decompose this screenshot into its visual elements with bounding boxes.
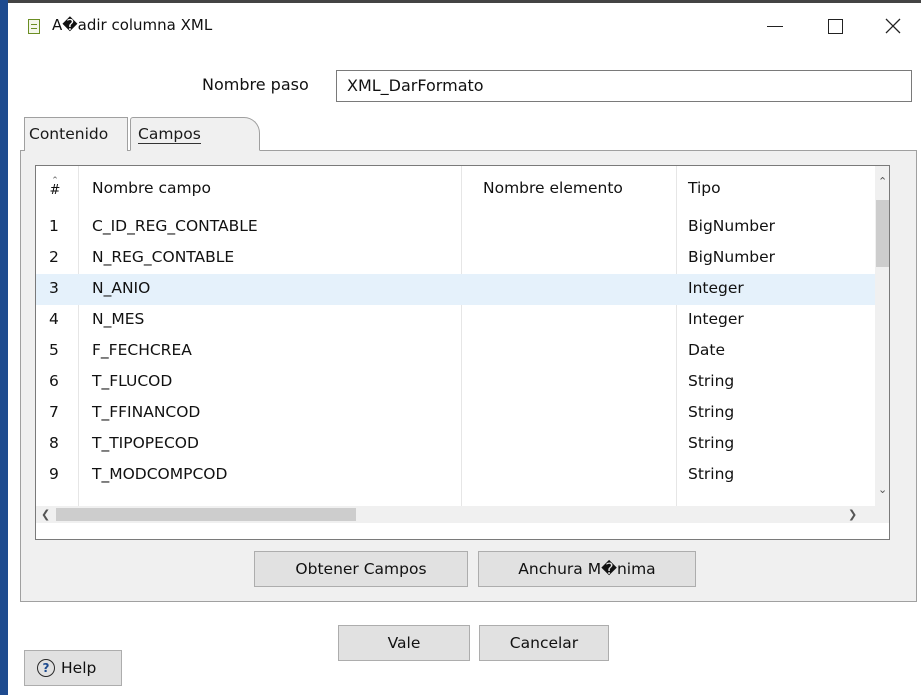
close-icon [885, 18, 901, 34]
tab-campos-label: Campos [138, 125, 201, 144]
column-header-element[interactable]: Nombre elemento [483, 179, 623, 197]
field-name-cell[interactable]: T_MODCOMPCOD [92, 465, 227, 483]
type-cell[interactable]: BigNumber [688, 248, 775, 266]
type-cell[interactable]: String [688, 372, 734, 390]
column-header-name[interactable]: Nombre campo [92, 179, 211, 197]
table-row[interactable]: 1 C_ID_REG_CONTABLE BigNumber [36, 212, 876, 243]
type-cell[interactable]: BigNumber [688, 217, 775, 235]
row-number: 2 [49, 248, 59, 266]
table-row[interactable]: 6 T_FLUCOD String [36, 367, 876, 398]
type-cell[interactable]: String [688, 465, 734, 483]
step-name-label: Nombre paso [202, 75, 309, 94]
get-fields-button[interactable]: Obtener Campos [254, 551, 468, 587]
cancel-button[interactable]: Cancelar [479, 625, 609, 661]
type-cell[interactable]: String [688, 434, 734, 452]
row-number: 1 [49, 217, 59, 235]
table-row[interactable]: 2 N_REG_CONTABLE BigNumber [36, 243, 876, 274]
row-number: 3 [49, 279, 59, 297]
scroll-right-arrow-icon[interactable]: ❯ [848, 509, 857, 521]
row-number: 6 [49, 372, 59, 390]
min-width-button[interactable]: Anchura M�nima [478, 551, 696, 587]
help-label: Help [61, 659, 97, 677]
column-header-type[interactable]: Tipo [688, 179, 721, 197]
ok-button[interactable]: Vale [338, 625, 470, 661]
scroll-left-arrow-icon[interactable]: ❮ [41, 509, 50, 521]
field-name-cell[interactable]: T_FLUCOD [92, 372, 172, 390]
help-button[interactable]: ? Help [24, 650, 122, 686]
type-cell[interactable]: Integer [688, 310, 744, 328]
row-number: 5 [49, 341, 59, 359]
field-name-cell[interactable]: T_TIPOPECOD [92, 434, 199, 452]
step-name-input[interactable]: XML_DarFormato [336, 70, 912, 102]
minimize-icon [767, 25, 783, 27]
table-row[interactable]: 4 N_MES Integer [36, 305, 876, 336]
fields-table: ⌃ # Nombre campo Nombre elemento Tipo 1 C… [35, 165, 890, 540]
add-xml-column-dialog: A�adir columna XML Nombre paso XML_DarFo… [0, 0, 921, 695]
field-name-cell[interactable]: F_FECHCREA [92, 341, 192, 359]
table-row[interactable]: 5 F_FECHCREA Date [36, 336, 876, 367]
type-cell[interactable]: Integer [688, 279, 744, 297]
scroll-up-arrow-icon[interactable]: ⌃ [878, 176, 887, 188]
field-name-cell[interactable]: C_ID_REG_CONTABLE [92, 217, 258, 235]
document-icon [28, 19, 40, 34]
help-icon: ? [37, 659, 55, 677]
horizontal-scroll-thumb[interactable] [56, 508, 356, 521]
table-row[interactable]: 9 T_MODCOMPCOD String [36, 460, 876, 491]
type-cell[interactable]: Date [688, 341, 725, 359]
field-name-cell[interactable]: T_FFINANCOD [92, 403, 200, 421]
field-name-cell[interactable]: N_ANIO [92, 279, 150, 297]
table-header: ⌃ # Nombre campo Nombre elemento Tipo [36, 166, 876, 212]
tab-contenido[interactable]: Contenido [24, 117, 128, 151]
tab-campos[interactable]: Campos [130, 117, 260, 151]
row-number: 9 [49, 465, 59, 483]
scrollbar-corner [875, 506, 889, 523]
column-header-num[interactable]: ⌃ # [48, 176, 62, 197]
horizontal-scrollbar[interactable]: ❮ ❯ [36, 506, 875, 523]
table-row[interactable]: 7 T_FFINANCOD String [36, 398, 876, 429]
field-name-cell[interactable]: N_MES [92, 310, 144, 328]
maximize-button[interactable] [808, 3, 862, 49]
row-number: 7 [49, 403, 59, 421]
field-name-cell[interactable]: N_REG_CONTABLE [92, 248, 234, 266]
table-row-selected[interactable]: 3 N_ANIO Integer [36, 274, 876, 305]
vertical-scrollbar[interactable]: ⌃ ⌄ [875, 166, 889, 506]
vertical-scroll-thumb[interactable] [876, 200, 889, 267]
type-cell[interactable]: String [688, 403, 734, 421]
title-bar[interactable]: A�adir columna XML [8, 3, 921, 51]
close-button[interactable] [866, 3, 920, 49]
scroll-down-arrow-icon[interactable]: ⌄ [878, 484, 887, 496]
window-title: A�adir columna XML [52, 16, 213, 34]
window-left-edge [0, 0, 8, 695]
minimize-button[interactable] [748, 3, 802, 49]
maximize-icon [827, 18, 843, 34]
row-number: 4 [49, 310, 59, 328]
table-row[interactable]: 8 T_TIPOPECOD String [36, 429, 876, 460]
row-number: 8 [49, 434, 59, 452]
